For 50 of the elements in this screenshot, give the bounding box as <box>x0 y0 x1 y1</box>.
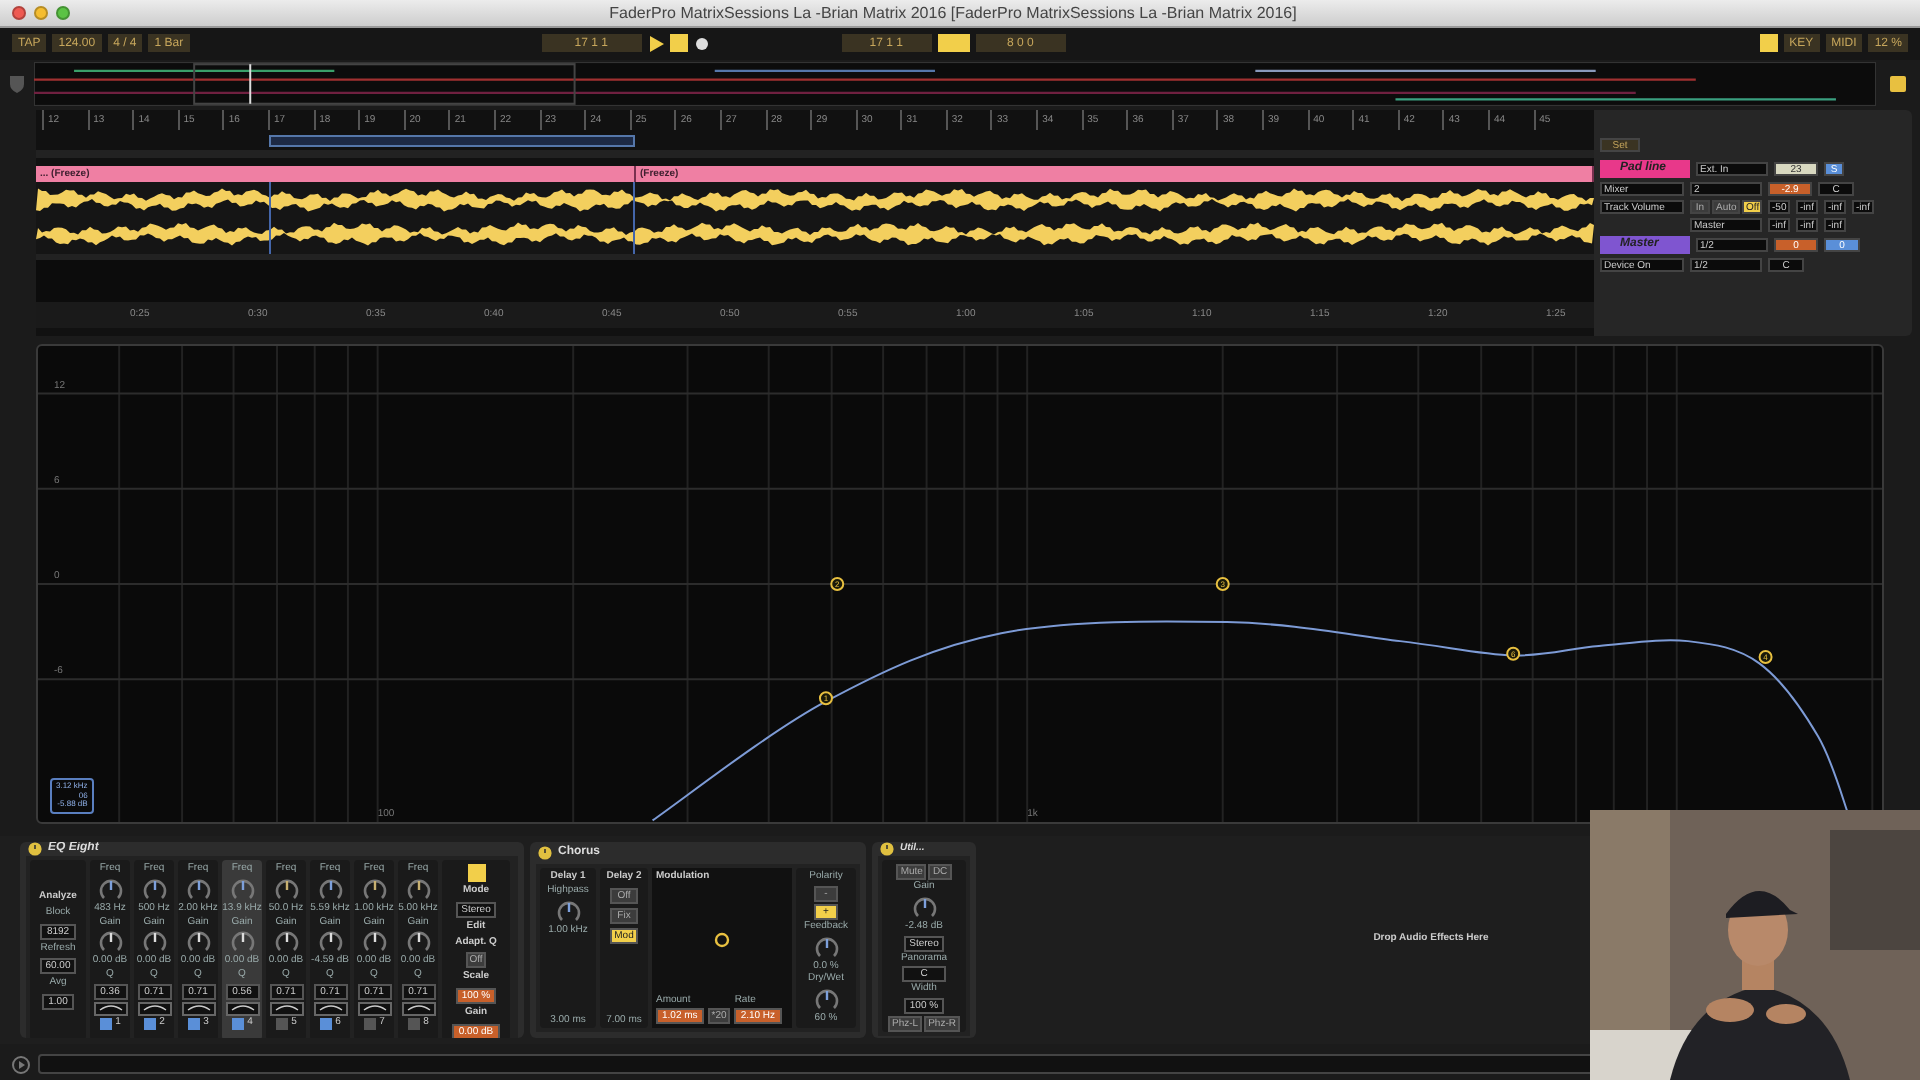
toggle-icon[interactable] <box>467 864 485 883</box>
band-toggle[interactable] <box>143 1017 156 1030</box>
play-circle-icon[interactable] <box>12 1055 30 1074</box>
knob-icon[interactable] <box>361 877 387 902</box>
filter-shape-icon[interactable] <box>313 1001 347 1016</box>
band-toggle[interactable] <box>363 1017 376 1030</box>
knob-icon[interactable] <box>405 930 431 955</box>
stop-icon[interactable] <box>669 34 688 53</box>
filter-shape-icon[interactable] <box>269 1001 303 1016</box>
knob-icon[interactable] <box>813 988 839 1013</box>
maximize-icon[interactable] <box>56 5 70 20</box>
loop-button[interactable] <box>937 34 970 53</box>
knob-icon[interactable] <box>185 930 211 955</box>
knob-icon[interactable] <box>97 930 123 955</box>
knob-icon[interactable] <box>405 877 431 902</box>
loop-brace[interactable] <box>268 133 636 150</box>
knob-icon[interactable] <box>555 899 581 924</box>
record-icon[interactable] <box>693 35 710 52</box>
knob-icon[interactable] <box>141 877 167 902</box>
band-toggle[interactable] <box>319 1017 332 1030</box>
filter-shape-icon[interactable] <box>401 1001 435 1016</box>
overview-drawing[interactable] <box>34 62 1876 107</box>
band-toggle[interactable] <box>99 1017 112 1030</box>
knob-icon[interactable] <box>273 877 299 902</box>
knob-icon[interactable] <box>813 935 839 960</box>
play-icon[interactable] <box>647 35 664 52</box>
close-icon[interactable] <box>12 5 26 20</box>
power-icon[interactable] <box>538 846 552 861</box>
knob-icon[interactable] <box>185 877 211 902</box>
filter-shape-icon[interactable] <box>181 1001 215 1016</box>
power-icon[interactable] <box>28 842 42 857</box>
filter-shape-icon[interactable] <box>225 1001 259 1016</box>
band-toggle[interactable] <box>231 1017 244 1030</box>
window-title: FaderPro MatrixSessions La -Brian Matrix 2016 [FaderPro MatrixSessions La -Brian Matrix 2016] <box>607 3 1299 22</box>
power-icon[interactable] <box>880 842 894 857</box>
filter-shape-icon[interactable] <box>357 1001 391 1016</box>
knob-icon[interactable] <box>911 895 937 920</box>
band-toggle[interactable] <box>407 1017 420 1030</box>
knob-icon[interactable] <box>361 930 387 955</box>
filter-shape-icon[interactable] <box>93 1001 127 1016</box>
knob-icon[interactable] <box>317 877 343 902</box>
filter-shape-icon[interactable] <box>137 1001 171 1016</box>
band-toggle[interactable] <box>275 1017 288 1030</box>
knob-icon[interactable] <box>141 930 167 955</box>
knob-icon[interactable] <box>317 930 343 955</box>
modulation-handle[interactable] <box>714 932 730 949</box>
band-toggle[interactable] <box>187 1017 200 1030</box>
knob-icon[interactable] <box>97 877 123 902</box>
knob-icon[interactable] <box>229 930 255 955</box>
knob-icon[interactable] <box>273 930 299 955</box>
